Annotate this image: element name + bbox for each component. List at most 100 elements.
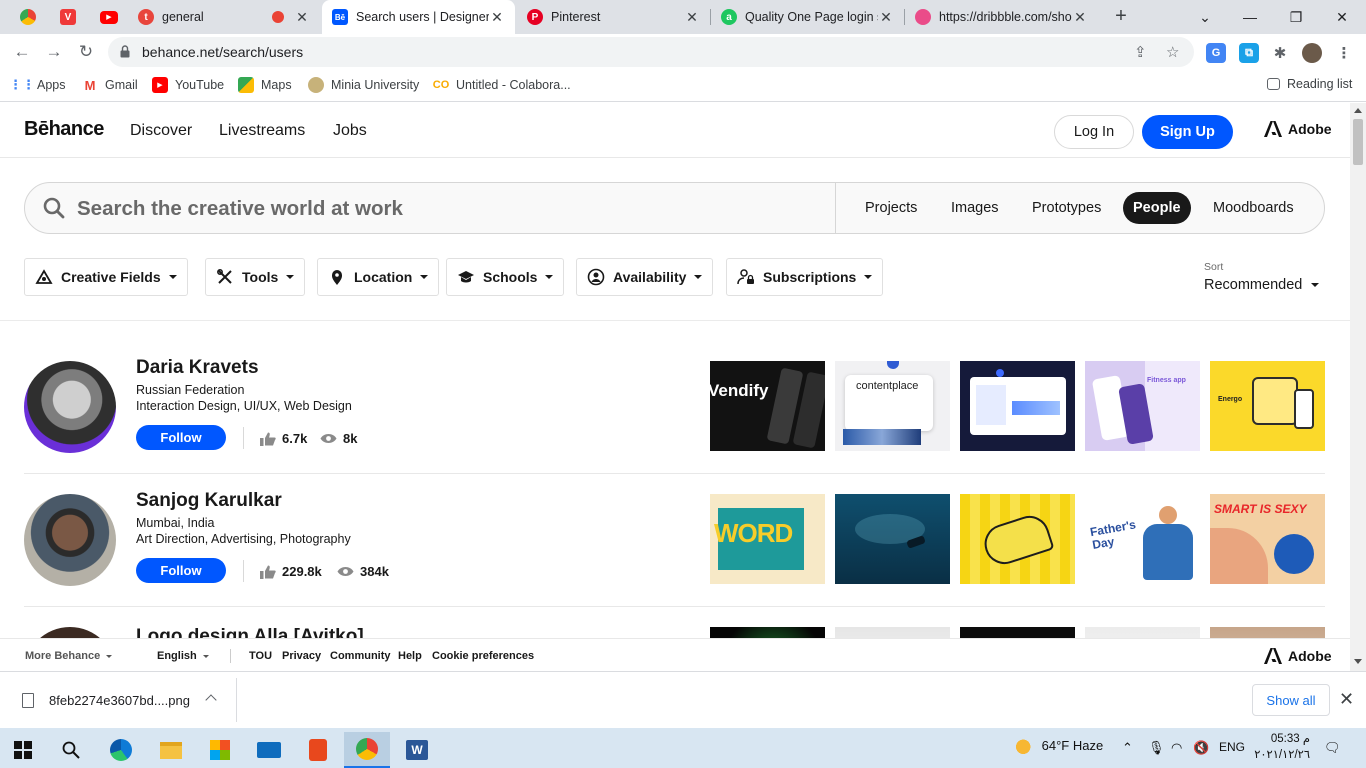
filter-schools[interactable]: Schools [446, 258, 565, 296]
back-icon[interactable]: ← [10, 40, 34, 64]
weather-widget[interactable]: 64°F Haze [1010, 737, 1103, 754]
footer-adobe-link[interactable]: Adobe [1264, 648, 1332, 664]
project-thumbnail[interactable] [960, 361, 1075, 451]
search-type-moodboards[interactable]: Moodboards [1203, 192, 1304, 224]
menu-kebab-icon[interactable]: ⋮ [1334, 43, 1354, 63]
filter-location[interactable]: Location [317, 258, 440, 296]
taskbar-search-icon[interactable] [48, 732, 94, 768]
bookmark-apps[interactable]: ⋮⋮ Apps [9, 77, 66, 93]
tab-pinterest[interactable]: P Pinterest ✕ [517, 0, 710, 34]
tab-quality-one[interactable]: a Quality One Page login s ✕ [711, 0, 904, 34]
login-button[interactable]: Log In [1054, 115, 1134, 149]
scroll-up-icon[interactable] [1354, 108, 1362, 113]
footer-help[interactable]: Help [398, 650, 422, 662]
reload-icon[interactable]: ↻ [74, 40, 98, 64]
show-hidden-icons-chevron-icon[interactable]: ⌃ [1122, 740, 1133, 756]
share-icon[interactable]: ⇪ [1134, 43, 1147, 61]
follow-button[interactable]: Follow [136, 425, 226, 450]
tab-dribbble[interactable]: https://dribbble.com/sho ✕ [905, 0, 1098, 34]
close-icon[interactable]: ✕ [684, 9, 700, 26]
bookmark-star-icon[interactable]: ☆ [1166, 43, 1179, 61]
tab-youtube[interactable]: ▶ [90, 0, 130, 34]
close-icon[interactable]: ✕ [294, 9, 310, 26]
reading-list[interactable]: Reading list [1267, 77, 1352, 91]
footer-language[interactable]: English [157, 650, 209, 662]
project-thumbnail[interactable] [960, 494, 1075, 584]
project-thumbnail[interactable] [1085, 627, 1200, 638]
adobe-link[interactable]: Adobe [1264, 121, 1332, 137]
bookmark-minia[interactable]: Minia University [308, 77, 419, 93]
translate-extension-icon[interactable]: G [1206, 43, 1226, 63]
avatar[interactable] [24, 361, 116, 453]
chrome-taskbar-icon[interactable] [344, 732, 390, 768]
close-icon[interactable]: ✕ [1339, 689, 1354, 710]
new-tab-icon[interactable]: + [1110, 6, 1132, 28]
follow-button[interactable]: Follow [136, 558, 226, 583]
project-thumbnail[interactable] [960, 627, 1075, 638]
microphone-icon[interactable]: 🎙 [1148, 740, 1165, 756]
project-thumbnail[interactable] [1210, 627, 1325, 638]
project-thumbnail[interactable]: Energo [1210, 361, 1325, 451]
minimize-icon[interactable]: — [1227, 0, 1273, 34]
download-filename[interactable]: 8feb2274e3607bd....png [49, 693, 190, 708]
scroll-down-icon[interactable] [1354, 659, 1362, 664]
extensions-puzzle-icon[interactable]: ✱ [1270, 43, 1290, 63]
footer-cookie-preferences[interactable]: Cookie preferences [432, 650, 534, 662]
office-icon[interactable] [295, 732, 341, 768]
notifications-icon[interactable]: 🗨 [1324, 740, 1341, 756]
behance-logo[interactable]: Bēhance [24, 118, 104, 141]
footer-community[interactable]: Community [330, 650, 391, 662]
project-thumbnail[interactable] [835, 494, 950, 584]
filter-availability[interactable]: Availability [576, 258, 714, 296]
search-type-projects[interactable]: Projects [855, 192, 927, 224]
sort-dropdown[interactable]: Recommended [1204, 277, 1320, 293]
search-input[interactable]: Search the creative world at work [25, 183, 836, 233]
profile-avatar[interactable] [1302, 43, 1322, 63]
signup-button[interactable]: Sign Up [1142, 115, 1233, 149]
wifi-icon[interactable]: ◠ [1171, 740, 1182, 756]
screen-capture-extension-icon[interactable]: ⧉ [1239, 43, 1259, 63]
footer-more-behance[interactable]: More Behance [25, 650, 113, 662]
user-name[interactable]: Daria Kravets [136, 357, 259, 379]
tab-behance-active[interactable]: Bē Search users | Designers ✕ [322, 0, 515, 34]
avatar[interactable] [24, 494, 116, 586]
filter-tools[interactable]: Tools [205, 258, 306, 296]
project-thumbnail[interactable]: SMART IS SEXY [1210, 494, 1325, 584]
bookmark-youtube[interactable]: ▶ YouTube [152, 77, 224, 93]
avatar[interactable] [24, 627, 116, 638]
tab-chrome[interactable] [10, 0, 46, 34]
close-icon[interactable]: ✕ [878, 9, 894, 26]
project-thumbnail[interactable] [835, 627, 950, 638]
footer-tou[interactable]: TOU [249, 650, 272, 662]
windows-start-icon[interactable] [0, 732, 46, 768]
clock[interactable]: 05:33 م ٢٠٢١/١٢/٢٦ [1250, 731, 1310, 763]
project-thumbnail[interactable]: Father's Day [1085, 494, 1200, 584]
project-thumbnail[interactable]: contentplace [835, 361, 950, 451]
file-explorer-icon[interactable] [148, 732, 194, 768]
search-type-prototypes[interactable]: Prototypes [1022, 192, 1111, 224]
page-scrollbar[interactable] [1350, 103, 1366, 671]
chevron-up-icon[interactable] [205, 694, 217, 706]
tab-general[interactable]: t general ✕ [128, 0, 320, 34]
user-name[interactable]: Logo design Alla [Avitko] [136, 626, 364, 638]
mail-icon[interactable] [246, 732, 292, 768]
volume-muted-icon[interactable]: 🔇 [1193, 740, 1209, 756]
project-thumbnail[interactable]: Vendify [710, 361, 825, 451]
close-icon[interactable]: ✕ [489, 9, 505, 26]
project-thumbnail[interactable]: WORD [710, 494, 825, 584]
address-bar[interactable]: behance.net/search/users ⇪ ☆ [108, 37, 1194, 67]
show-all-button[interactable]: Show all [1252, 684, 1330, 716]
close-icon[interactable]: ✕ [1072, 9, 1088, 26]
bookmark-colab[interactable]: CO Untitled - Colabora... [433, 77, 571, 93]
footer-privacy[interactable]: Privacy [282, 650, 321, 662]
nav-livestreams[interactable]: Livestreams [219, 122, 305, 140]
filter-creative-fields[interactable]: Creative Fields [24, 258, 188, 296]
tab-vivaldi[interactable]: V [50, 0, 86, 34]
filter-subscriptions[interactable]: Subscriptions [726, 258, 884, 296]
restore-icon[interactable]: ❐ [1273, 0, 1319, 34]
bookmark-maps[interactable]: Maps [238, 77, 292, 93]
project-thumbnail[interactable]: Fitness app [1085, 361, 1200, 451]
microsoft-store-icon[interactable] [197, 732, 243, 768]
search-type-images[interactable]: Images [941, 192, 1009, 224]
search-type-people[interactable]: People [1123, 192, 1191, 224]
